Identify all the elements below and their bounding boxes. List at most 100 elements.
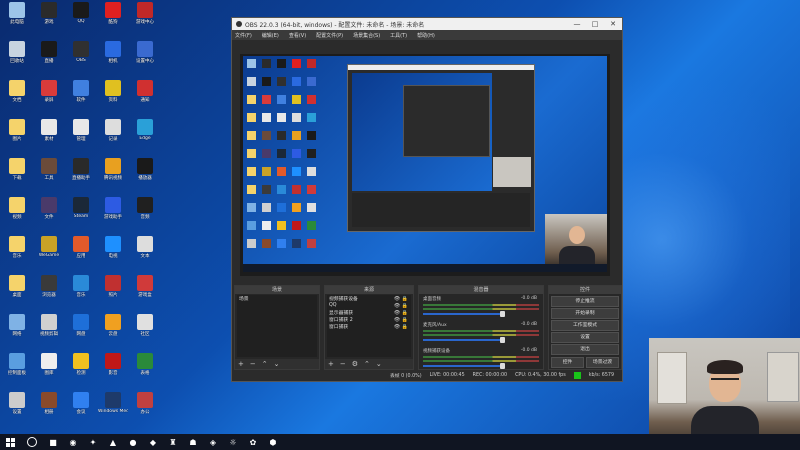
desktop-icon[interactable]: 腾讯视频	[98, 158, 128, 188]
menu-profile[interactable]: 配置文件(P)	[316, 32, 343, 39]
desktop-icon[interactable]: 记录	[98, 119, 128, 149]
visibility-icon[interactable]: 👁 🔒	[394, 317, 408, 323]
minimize-button[interactable]: —	[568, 20, 586, 28]
studio-mode-button[interactable]: 工作室模式	[551, 320, 619, 331]
taskbar-app-icon[interactable]: ◆	[146, 437, 160, 447]
visibility-icon[interactable]: 👁 🔒	[394, 296, 408, 302]
menu-scene-collection[interactable]: 场景集合(S)	[353, 32, 380, 39]
desktop-icon[interactable]: OBS	[66, 41, 96, 71]
stop-streaming-button[interactable]: 停止推流	[551, 296, 619, 307]
desktop-icon[interactable]: 图库	[34, 353, 64, 383]
menu-file[interactable]: 文件(F)	[235, 32, 252, 39]
desktop-icon[interactable]: 下载	[2, 158, 32, 188]
menu-view[interactable]: 查看(V)	[289, 32, 306, 39]
tab-controls[interactable]: 控件	[551, 357, 584, 368]
taskbar-app-icon[interactable]: ▲	[106, 437, 120, 447]
desktop-icon[interactable]: WeGame	[34, 236, 64, 266]
obs-preview[interactable]	[240, 54, 610, 276]
desktop-icon[interactable]: 直播	[34, 41, 64, 71]
desktop-icon[interactable]: 游戏盒	[130, 275, 160, 305]
menu-edit[interactable]: 编辑(E)	[262, 32, 279, 39]
obs-window[interactable]: OBS 22.0.3 (64-bit, windows) - 配置文件: 未命名…	[231, 17, 623, 382]
windows-start-icon[interactable]	[6, 437, 15, 447]
taskbar-app-icon[interactable]: ♜	[166, 437, 180, 447]
desktop-icon[interactable]: 游戏助手	[98, 197, 128, 227]
volume-slider[interactable]	[423, 311, 505, 317]
desktop-icon[interactable]: 视频剪辑	[34, 314, 64, 344]
desktop-icon[interactable]: 网络	[2, 314, 32, 344]
desktop-icon[interactable]: 社区	[130, 314, 160, 344]
desktop-icon[interactable]: 工具	[34, 158, 64, 188]
desktop-icon[interactable]: 游戏中心	[130, 2, 160, 32]
desktop-icon[interactable]: 视频	[2, 197, 32, 227]
obs-title-bar[interactable]: OBS 22.0.3 (64-bit, windows) - 配置文件: 未命名…	[232, 18, 622, 30]
desktop-icon[interactable]: 直播助手	[66, 158, 96, 188]
add-scene-button[interactable]: +	[238, 360, 244, 368]
source-item[interactable]: 视频捕获设备 👁 🔒	[327, 295, 411, 303]
taskbar-app-icon[interactable]: ●	[126, 437, 140, 447]
source-properties-gear-icon[interactable]: ⚙	[352, 360, 358, 368]
desktop-icon[interactable]: 音频	[130, 197, 160, 227]
add-source-button[interactable]: +	[328, 360, 334, 368]
desktop-icon[interactable]: 资料	[98, 80, 128, 110]
remove-source-button[interactable]: −	[340, 360, 346, 368]
volume-slider[interactable]	[423, 337, 505, 343]
desktop-icon[interactable]: 音乐	[66, 275, 96, 305]
source-item[interactable]: 窗口捕获 👁 🔒	[327, 323, 411, 331]
search-icon[interactable]	[27, 437, 37, 447]
visibility-icon[interactable]: 👁 🔒	[394, 303, 408, 309]
taskbar-app-icon[interactable]: ◈	[206, 437, 220, 447]
desktop-icon[interactable]: 酷狗	[98, 2, 128, 32]
move-up-button[interactable]: ⌃	[364, 360, 370, 368]
source-item[interactable]: 窗口捕获 2 👁 🔒	[327, 316, 411, 324]
desktop-icon[interactable]: 相机	[98, 41, 128, 71]
exit-button[interactable]: 退出	[551, 344, 619, 355]
desktop-icon[interactable]: 录屏	[34, 80, 64, 110]
desktop-icon[interactable]: 云盘	[98, 314, 128, 344]
source-item[interactable]: 显示器捕获 👁 🔒	[327, 309, 411, 317]
desktop-icon[interactable]: 浏览器	[34, 275, 64, 305]
desktop-icon[interactable]: 文档	[2, 80, 32, 110]
desktop-icon[interactable]: Windows Media	[98, 392, 128, 422]
desktop-icon[interactable]: 设置	[2, 392, 32, 422]
desktop-icon[interactable]: QQ	[66, 2, 96, 32]
desktop-icon[interactable]: 表格	[130, 353, 160, 383]
desktop-icon[interactable]: 桌面	[2, 275, 32, 305]
move-up-button[interactable]: ⌃	[262, 360, 268, 368]
maximize-button[interactable]: □	[586, 20, 604, 28]
close-button[interactable]: ✕	[604, 20, 622, 28]
desktop-icon[interactable]: 文件	[34, 197, 64, 227]
move-down-button[interactable]: ⌄	[274, 360, 280, 368]
desktop-icon[interactable]: 图片	[2, 119, 32, 149]
taskbar-app-icon[interactable]: ◉	[66, 437, 80, 447]
taskbar-app-icon[interactable]: ✿	[246, 437, 260, 447]
taskbar-app-icon[interactable]: ☗	[186, 437, 200, 447]
tab-scene-transitions[interactable]: 场景过渡	[586, 357, 619, 368]
desktop-icon[interactable]: 相册	[34, 392, 64, 422]
desktop-icon[interactable]: 软件	[66, 80, 96, 110]
desktop-icon[interactable]: 检测	[66, 353, 96, 383]
desktop-icon[interactable]: 设置中心	[130, 41, 160, 71]
visibility-icon[interactable]: 👁 🔒	[394, 310, 408, 316]
desktop-icon[interactable]: 应用	[66, 236, 96, 266]
desktop-icon[interactable]: Steam	[66, 197, 96, 227]
visibility-icon[interactable]: 👁 🔒	[394, 324, 408, 330]
desktop-icon[interactable]: 网盘	[66, 314, 96, 344]
desktop-icon[interactable]: 管理	[66, 119, 96, 149]
desktop-icon[interactable]: 回收站	[2, 41, 32, 71]
desktop-icon[interactable]: 播放器	[130, 158, 160, 188]
menu-tools[interactable]: 工具(T)	[390, 32, 407, 39]
desktop-icon[interactable]: 素材	[34, 119, 64, 149]
desktop-icon[interactable]: 通知	[130, 80, 160, 110]
desktop-icon[interactable]: 办公	[130, 392, 160, 422]
scene-item[interactable]: 场景	[237, 295, 317, 302]
taskbar-app-icon[interactable]: ✦	[86, 437, 100, 447]
source-item[interactable]: QQ 👁 🔒	[327, 302, 411, 309]
desktop-icon[interactable]: 电视	[98, 236, 128, 266]
menu-help[interactable]: 帮助(H)	[417, 32, 435, 39]
volume-slider[interactable]	[423, 363, 505, 369]
desktop-icon[interactable]: 文本	[130, 236, 160, 266]
settings-button[interactable]: 设置	[551, 332, 619, 343]
start-recording-button[interactable]: 开始录制	[551, 308, 619, 319]
desktop-icon[interactable]: 影音	[98, 353, 128, 383]
